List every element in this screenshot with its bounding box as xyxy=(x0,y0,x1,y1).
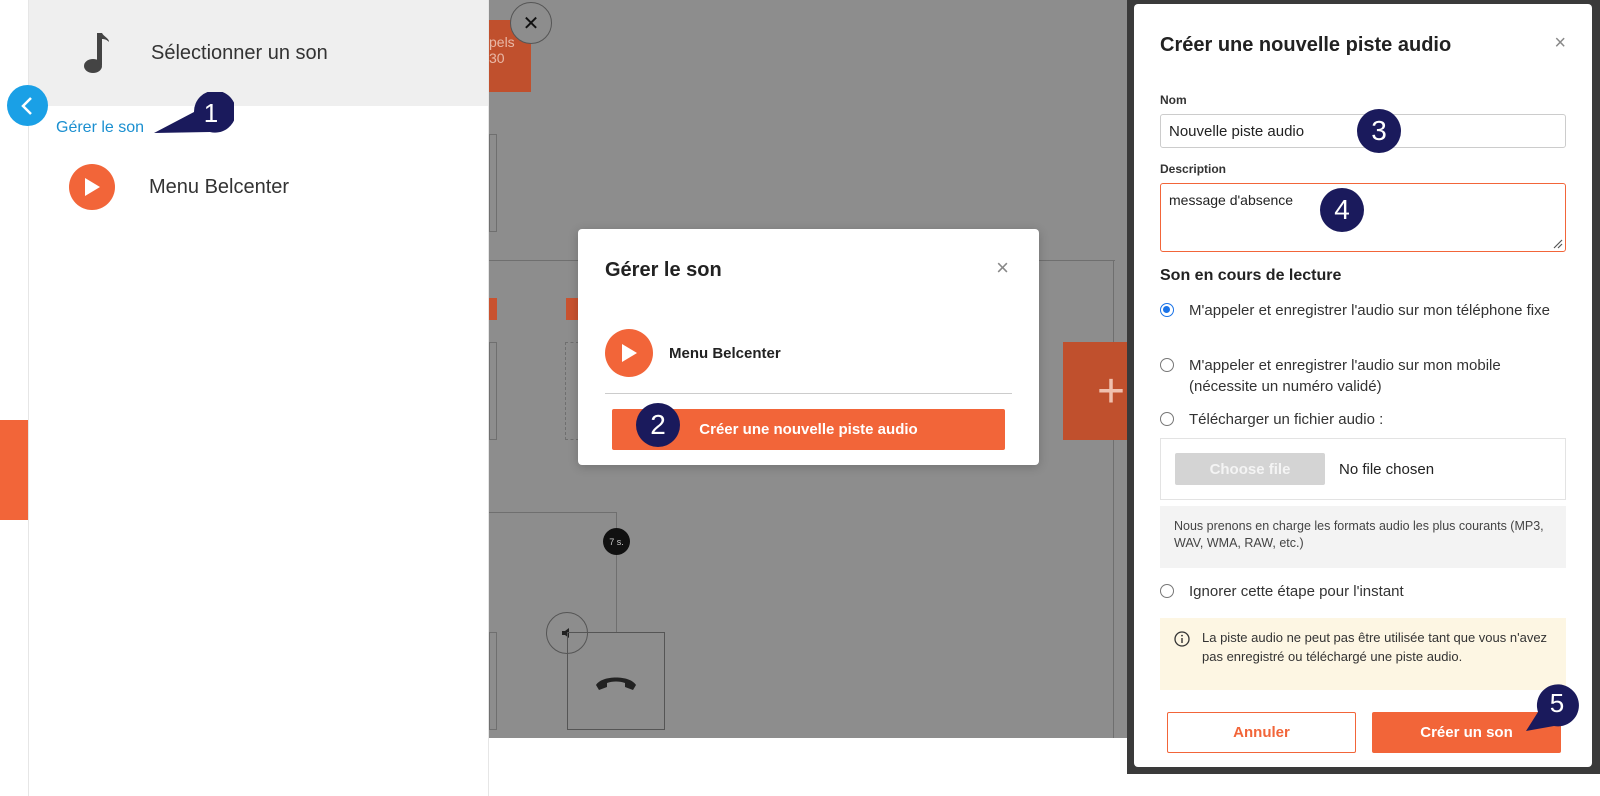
app-screen: pels 30 ✕ + 7 s. Sélectionner un son Gér… xyxy=(0,0,1600,796)
manage-sound-link[interactable]: Gérer le son xyxy=(56,119,144,137)
play-icon[interactable] xyxy=(69,164,115,210)
flow-connector xyxy=(489,512,617,513)
file-upload-field: Choose file No file chosen xyxy=(1160,438,1566,500)
modal-close-icon[interactable]: × xyxy=(996,255,1009,281)
radio-button[interactable] xyxy=(1160,584,1174,598)
radio-label: M'appeler et enregistrer l'audio sur mon… xyxy=(1189,302,1550,319)
phone-hangup-icon xyxy=(596,677,636,690)
warning-box: La piste audio ne peut pas être utilisée… xyxy=(1160,618,1566,690)
section-title: Son en cours de lecture xyxy=(1160,267,1342,284)
radio-button[interactable] xyxy=(1160,412,1174,426)
radio-option-mobile[interactable]: M'appeler et enregistrer l'audio sur mon… xyxy=(1160,355,1570,397)
warning-text: La piste audio ne peut pas être utilisée… xyxy=(1202,630,1548,664)
callout-step-2: 2 xyxy=(636,403,680,447)
cancel-button[interactable]: Annuler xyxy=(1167,712,1356,753)
flow-node xyxy=(489,632,497,730)
radio-option-landline[interactable]: M'appeler et enregistrer l'audio sur mon… xyxy=(1160,300,1570,321)
choose-file-button[interactable]: Choose file xyxy=(1175,453,1325,485)
callout-step-4: 4 xyxy=(1320,188,1364,232)
resize-grip-icon[interactable] xyxy=(1551,237,1563,249)
flow-node xyxy=(565,342,579,440)
sound-list-item[interactable]: Menu Belcenter xyxy=(69,164,289,210)
description-textarea[interactable]: message d'absence xyxy=(1160,183,1566,252)
dialog-title: Créer une nouvelle piste audio xyxy=(1160,34,1452,56)
callout-step-1: 1 xyxy=(154,92,234,136)
back-button[interactable] xyxy=(7,85,48,126)
info-icon xyxy=(1174,631,1190,647)
formats-note: Nous prenons en charge les formats audio… xyxy=(1160,506,1566,568)
plus-icon: + xyxy=(1096,364,1126,418)
flow-node xyxy=(489,342,497,440)
sound-item-label: Menu Belcenter xyxy=(149,175,290,198)
description-value: message d'absence xyxy=(1169,192,1294,208)
add-node-tile[interactable]: + xyxy=(1063,342,1129,440)
modal-title: Gérer le son xyxy=(605,259,722,281)
music-note-icon xyxy=(84,33,109,73)
callout-number: 1 xyxy=(203,98,219,128)
radio-option-skip[interactable]: Ignorer cette étape pour l'instant xyxy=(1160,581,1570,602)
file-status: No file chosen xyxy=(1339,460,1435,478)
radio-option-upload[interactable]: Télécharger un fichier audio : xyxy=(1160,409,1570,430)
flow-node-line2: 30 xyxy=(489,50,505,66)
dialog-close-icon[interactable]: × xyxy=(1554,32,1566,55)
description-label: Description xyxy=(1160,162,1227,176)
callout-step-3: 3 xyxy=(1357,109,1401,153)
radio-button[interactable] xyxy=(1160,358,1174,372)
modal-sound-item[interactable]: Menu Belcenter xyxy=(605,329,781,377)
timer-label: 7 s. xyxy=(609,536,624,547)
name-label: Nom xyxy=(1160,93,1187,107)
hangup-node[interactable] xyxy=(567,632,665,730)
flow-node xyxy=(489,134,497,232)
flow-connector xyxy=(1113,260,1114,738)
canvas-close-icon[interactable]: ✕ xyxy=(510,2,552,44)
radio-button[interactable] xyxy=(1160,303,1174,317)
timer-badge: 7 s. xyxy=(603,528,630,555)
modal-sound-label: Menu Belcenter xyxy=(669,344,781,362)
callout-number: 5 xyxy=(1549,688,1565,718)
sound-selection-panel: Sélectionner un son Gérer le son Menu Be… xyxy=(29,0,489,796)
divider xyxy=(605,393,1012,394)
radio-label: Télécharger un fichier audio : xyxy=(1189,411,1384,428)
flow-node-tag xyxy=(489,298,497,320)
panel-header: Sélectionner un son xyxy=(29,0,488,106)
panel-header-title: Sélectionner un son xyxy=(151,41,328,64)
callout-step-5: 5 xyxy=(1524,682,1580,732)
radio-label: Ignorer cette étape pour l'instant xyxy=(1189,583,1404,600)
play-icon[interactable] xyxy=(605,329,653,377)
chevron-left-icon xyxy=(20,96,32,115)
rail-orange-marker xyxy=(0,420,28,520)
radio-label: M'appeler et enregistrer l'audio sur mon… xyxy=(1189,357,1501,395)
